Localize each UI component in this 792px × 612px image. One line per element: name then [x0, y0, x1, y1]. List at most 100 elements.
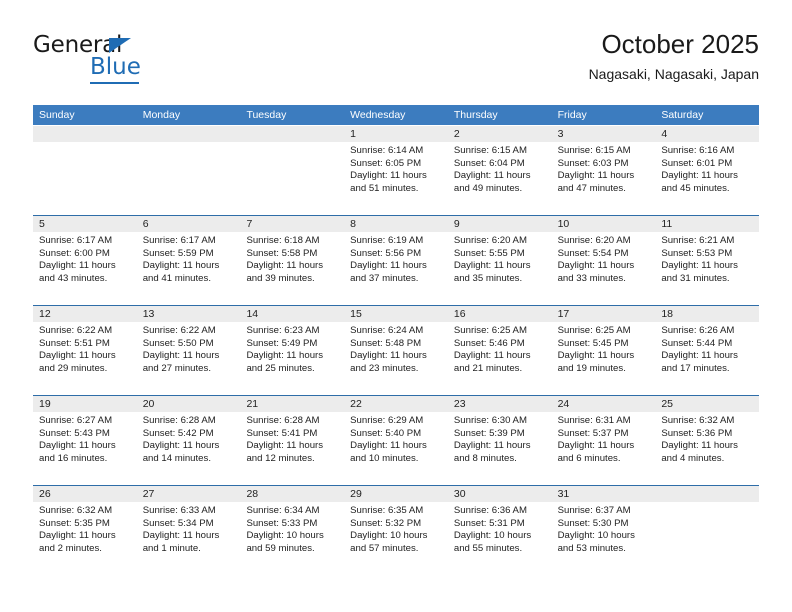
daylight-line2-text: and 57 minutes. [350, 542, 419, 554]
daylight-line1-text: Daylight: 11 hours [39, 440, 116, 452]
day-number: 23 [447, 396, 552, 412]
calendar-day-cell[interactable]: 19 Sunrise: 6:27 AM Sunset: 5:43 PM Dayligh… [33, 396, 137, 485]
calendar-week-row: 19 Sunrise: 6:27 AM Sunset: 5:43 PM Dayligh… [33, 395, 760, 485]
calendar-day-cell[interactable]: 7 Sunrise: 6:18 AM Sunset: 5:58 PM Daylight… [240, 216, 345, 305]
daylight-line2-text: and 25 minutes. [246, 362, 315, 374]
daylight-line2-text: and 33 minutes. [557, 272, 626, 284]
sunset-text: Sunset: 5:34 PM [142, 517, 214, 529]
calendar-day-cell[interactable]: 28 Sunrise: 6:34 AM Sunset: 5:33 PM Dayligh… [240, 486, 345, 575]
calendar-day-cell[interactable]: 2 Sunrise: 6:15 AM Sunset: 6:04 PM Daylight… [447, 126, 552, 215]
calendar-day-cell[interactable]: 21 Sunrise: 6:28 AM Sunset: 5:41 PM Dayligh… [240, 396, 345, 485]
calendar-day-cell[interactable]: 20 Sunrise: 6:28 AM Sunset: 5:42 PM Dayligh… [136, 396, 241, 485]
sunrise-text: Sunrise: 6:32 AM [39, 505, 113, 516]
day-number: 16 [447, 306, 552, 322]
day-details: Sunrise: 6:15 AM Sunset: 6:04 PM Daylight:… [448, 142, 552, 195]
page-subtitle: Nagasaki, Nagasaki, Japan [588, 66, 759, 82]
calendar-day-cell[interactable]: 6 Sunrise: 6:17 AM Sunset: 5:59 PM Daylight… [136, 216, 241, 305]
sunset-text: Sunset: 5:32 PM [350, 517, 422, 529]
sunset-text: Sunset: 5:42 PM [142, 427, 214, 439]
sunset-text: Sunset: 5:54 PM [557, 247, 629, 259]
daylight-line2-text: and 1 minute. [142, 542, 201, 554]
general-blue-logo[interactable]: General Blue [33, 32, 233, 84]
sunset-text: Sunset: 5:56 PM [350, 247, 422, 259]
calendar-day-cell[interactable]: 22 Sunrise: 6:29 AM Sunset: 5:40 PM Dayligh… [344, 396, 448, 485]
sunset-text: Sunset: 6:04 PM [453, 157, 525, 169]
calendar-day-cell[interactable]: 13 Sunrise: 6:22 AM Sunset: 5:50 PM Dayligh… [136, 306, 241, 395]
daylight-line1-text: Daylight: 11 hours [142, 440, 220, 452]
daylight-line2-text: and 8 minutes. [453, 452, 517, 464]
sunrise-text: Sunrise: 6:34 AM [246, 505, 320, 516]
day-details: Sunrise: 6:18 AM Sunset: 5:58 PM Daylight:… [240, 232, 344, 285]
calendar-day-cell[interactable]: 23 Sunrise: 6:30 AM Sunset: 5:39 PM Dayligh… [447, 396, 552, 485]
day-number: 19 [33, 396, 137, 412]
day-details: Sunrise: 6:27 AM Sunset: 5:43 PM Daylight:… [33, 412, 137, 465]
day-details: Sunrise: 6:36 AM Sunset: 5:31 PM Daylight:… [448, 502, 552, 555]
daylight-line1-text: Daylight: 11 hours [661, 260, 738, 272]
day-number: 1 [344, 126, 448, 142]
calendar-day-cell[interactable]: 25 Sunrise: 6:32 AM Sunset: 5:36 PM Dayligh… [655, 396, 760, 485]
sunrise-text: Sunrise: 6:28 AM [142, 415, 216, 426]
sunset-text: Sunset: 5:33 PM [246, 517, 318, 529]
sunset-text: Sunset: 5:53 PM [661, 247, 733, 259]
day-details: Sunrise: 6:19 AM Sunset: 5:56 PM Daylight:… [344, 232, 448, 285]
calendar-day-cell[interactable]: 27 Sunrise: 6:33 AM Sunset: 5:34 PM Dayligh… [136, 486, 241, 575]
weekday-header-wednesday: Wednesday [350, 109, 406, 121]
calendar-page: General Blue October 2025 Nagasaki, Naga… [0, 0, 792, 612]
daylight-line1-text: Daylight: 11 hours [39, 350, 116, 362]
daylight-line2-text: and 17 minutes. [661, 362, 730, 374]
title-block: October 2025 Nagasaki, Nagasaki, Japan [589, 28, 759, 83]
sunrise-text: Sunrise: 6:33 AM [142, 505, 216, 516]
day-details: Sunrise: 6:28 AM Sunset: 5:41 PM Daylight:… [240, 412, 344, 465]
day-details: Sunrise: 6:30 AM Sunset: 5:39 PM Daylight:… [448, 412, 552, 465]
sunset-text: Sunset: 5:51 PM [39, 337, 110, 349]
sunrise-text: Sunrise: 6:15 AM [557, 145, 631, 156]
calendar-day-cell[interactable]: 18 Sunrise: 6:26 AM Sunset: 5:44 PM Dayligh… [655, 306, 760, 395]
daylight-line1-text: Daylight: 11 hours [142, 260, 220, 272]
calendar-day-cell[interactable]: 1 Sunrise: 6:14 AM Sunset: 6:05 PM Daylight… [344, 126, 448, 215]
calendar-day-cell[interactable]: 12 Sunrise: 6:22 AM Sunset: 5:51 PM Dayligh… [33, 306, 137, 395]
sunset-text: Sunset: 5:37 PM [557, 427, 629, 439]
calendar-day-cell[interactable]: 9 Sunrise: 6:20 AM Sunset: 5:55 PM Daylight… [447, 216, 552, 305]
sunrise-text: Sunrise: 6:20 AM [557, 235, 631, 246]
daylight-line1-text: Daylight: 11 hours [661, 350, 738, 362]
daylight-line1-text: Daylight: 11 hours [39, 260, 116, 272]
day-details: Sunrise: 6:34 AM Sunset: 5:33 PM Daylight:… [240, 502, 344, 555]
day-number: 3 [551, 126, 656, 142]
sunset-text: Sunset: 5:41 PM [246, 427, 318, 439]
calendar-day-cell[interactable]: 31 Sunrise: 6:37 AM Sunset: 5:30 PM Dayligh… [551, 486, 656, 575]
logo-triangle-icon [109, 38, 131, 53]
calendar-day-cell[interactable]: 14 Sunrise: 6:23 AM Sunset: 5:49 PM Dayligh… [240, 306, 345, 395]
daylight-line2-text: and 14 minutes. [142, 452, 211, 464]
calendar-day-cell[interactable]: 16 Sunrise: 6:25 AM Sunset: 5:46 PM Dayligh… [447, 306, 552, 395]
calendar-day-cell[interactable]: 11 Sunrise: 6:21 AM Sunset: 5:53 PM Dayligh… [655, 216, 760, 305]
calendar-day-cell[interactable]: 29 Sunrise: 6:35 AM Sunset: 5:32 PM Dayligh… [344, 486, 448, 575]
calendar-day-cell[interactable]: 30 Sunrise: 6:36 AM Sunset: 5:31 PM Dayligh… [447, 486, 552, 575]
sunset-text: Sunset: 5:45 PM [557, 337, 629, 349]
daylight-line1-text: Daylight: 11 hours [557, 170, 635, 182]
daylight-line1-text: Daylight: 11 hours [453, 260, 531, 272]
calendar-day-cell[interactable]: 26 Sunrise: 6:32 AM Sunset: 5:35 PM Dayligh… [33, 486, 137, 575]
sunrise-text: Sunrise: 6:24 AM [350, 325, 424, 336]
calendar-day-cell[interactable]: 10 Sunrise: 6:20 AM Sunset: 5:54 PM Dayligh… [551, 216, 656, 305]
sunrise-text: Sunrise: 6:25 AM [453, 325, 527, 336]
day-number: 28 [240, 486, 345, 502]
weekday-header-thursday: Thursday [453, 109, 498, 121]
sunrise-text: Sunrise: 6:28 AM [246, 415, 320, 426]
calendar-week-row: 5 Sunrise: 6:17 AM Sunset: 6:00 PM Daylight… [33, 215, 760, 305]
day-number: 17 [551, 306, 656, 322]
sunrise-text: Sunrise: 6:32 AM [661, 415, 735, 426]
calendar-weeks: 1 Sunrise: 6:14 AM Sunset: 6:05 PM Daylight… [33, 125, 760, 575]
calendar-day-cell[interactable]: 3 Sunrise: 6:15 AM Sunset: 6:03 PM Daylight… [551, 126, 656, 215]
calendar-day-cell[interactable]: 15 Sunrise: 6:24 AM Sunset: 5:48 PM Dayligh… [344, 306, 448, 395]
day-number: 29 [344, 486, 448, 502]
calendar-day-cell[interactable]: 24 Sunrise: 6:31 AM Sunset: 5:37 PM Dayligh… [551, 396, 656, 485]
day-number: 10 [551, 216, 656, 232]
calendar-day-cell[interactable]: 5 Sunrise: 6:17 AM Sunset: 6:00 PM Daylight… [33, 216, 137, 305]
daylight-line2-text: and 51 minutes. [350, 182, 419, 194]
sunset-text: Sunset: 5:31 PM [453, 517, 525, 529]
daylight-line1-text: Daylight: 10 hours [246, 530, 324, 542]
calendar-day-cell[interactable]: 8 Sunrise: 6:19 AM Sunset: 5:56 PM Daylight… [344, 216, 448, 305]
calendar-day-cell[interactable]: 17 Sunrise: 6:25 AM Sunset: 5:45 PM Dayligh… [551, 306, 656, 395]
calendar-day-cell[interactable]: 4 Sunrise: 6:16 AM Sunset: 6:01 PM Daylight… [655, 126, 760, 215]
day-number: 21 [240, 396, 345, 412]
